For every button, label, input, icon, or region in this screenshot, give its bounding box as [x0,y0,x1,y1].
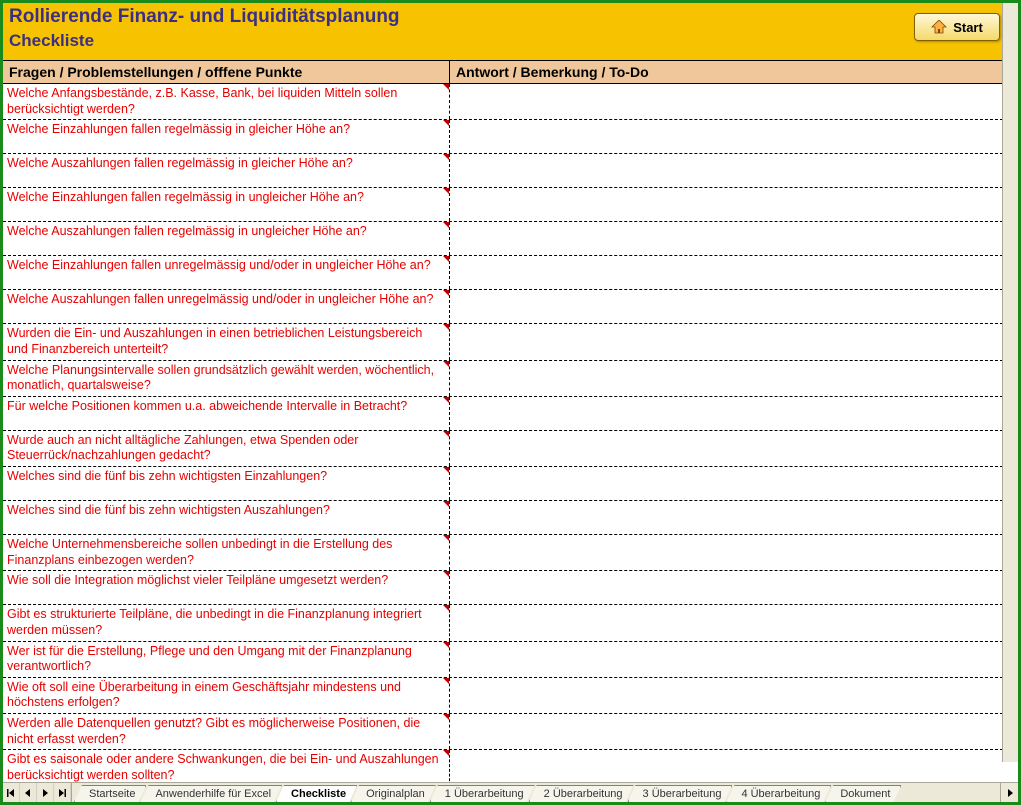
tab-scroll-right[interactable] [1000,783,1018,802]
answer-cell[interactable] [450,84,1018,119]
answer-cell[interactable] [450,431,1018,466]
question-cell[interactable]: Wurde auch an nicht alltägliche Zahlunge… [3,431,450,466]
checklist-rows: Welche Anfangsbestände, z.B. Kasse, Bank… [3,84,1018,782]
start-button[interactable]: Start [914,13,1000,41]
vertical-scrollbar[interactable] [1002,3,1018,762]
checklist-row: Gibt es strukturierte Teilpläne, die unb… [3,605,1018,641]
answer-cell[interactable] [450,750,1018,782]
question-cell[interactable]: Wer ist für die Erstellung, Pflege und d… [3,642,450,677]
title-group: Rollierende Finanz- und Liquiditätsplanu… [9,7,400,51]
start-button-label: Start [953,20,983,35]
answer-cell[interactable] [450,324,1018,359]
checklist-row: Wie soll die Integration möglichst viele… [3,571,1018,605]
question-cell[interactable]: Gibt es saisonale oder andere Schwankung… [3,750,450,782]
column-headers: Fragen / Problemstellungen / offfene Pun… [3,61,1018,84]
question-cell[interactable]: Welches sind die fünf bis zehn wichtigst… [3,501,450,534]
question-cell[interactable]: Gibt es strukturierte Teilpläne, die unb… [3,605,450,640]
checklist-row: Welche Einzahlungen fallen regelmässig i… [3,188,1018,222]
tab-nav-last[interactable] [54,783,71,802]
question-cell[interactable]: Werden alle Datenquellen genutzt? Gibt e… [3,714,450,749]
question-cell[interactable]: Wurden die Ein- und Auszahlungen in eine… [3,324,450,359]
checklist-row: Welches sind die fünf bis zehn wichtigst… [3,467,1018,501]
checklist-row: Für welche Positionen kommen u.a. abweic… [3,397,1018,431]
question-cell[interactable]: Welche Unternehmensbereiche sollen unbed… [3,535,450,570]
question-cell[interactable]: Welche Auszahlungen fallen regelmässig i… [3,222,450,255]
checklist-row: Welche Einzahlungen fallen unregelmässig… [3,256,1018,290]
question-cell[interactable]: Welche Einzahlungen fallen unregelmässig… [3,256,450,289]
question-cell[interactable]: Welche Einzahlungen fallen regelmässig i… [3,188,450,221]
checklist-row: Welche Einzahlungen fallen regelmässig i… [3,120,1018,154]
checklist-row: Welche Planungsintervalle sollen grundsä… [3,361,1018,397]
sheet-tab[interactable]: Startseite [74,785,146,802]
tab-nav-prev[interactable] [20,783,37,802]
question-cell[interactable]: Welche Einzahlungen fallen regelmässig i… [3,120,450,153]
question-cell[interactable]: Welche Anfangsbestände, z.B. Kasse, Bank… [3,84,450,119]
question-cell[interactable]: Wie oft soll eine Überarbeitung in einem… [3,678,450,713]
checklist-row: Wer ist für die Erstellung, Pflege und d… [3,642,1018,678]
answer-cell[interactable] [450,256,1018,289]
answer-cell[interactable] [450,188,1018,221]
question-cell[interactable]: Welche Auszahlungen fallen regelmässig i… [3,154,450,187]
title-header: Rollierende Finanz- und Liquiditätsplanu… [3,3,1018,61]
tab-nav-buttons [3,783,72,802]
question-cell[interactable]: Wie soll die Integration möglichst viele… [3,571,450,604]
sheet-tab[interactable]: 4 Überarbeitung [726,785,831,802]
sheet-tab[interactable]: 1 Überarbeitung [430,785,535,802]
answer-cell[interactable] [450,361,1018,396]
checklist-row: Werden alle Datenquellen genutzt? Gibt e… [3,714,1018,750]
sheet-tab[interactable]: Originalplan [351,785,436,802]
answer-cell[interactable] [450,397,1018,430]
question-cell[interactable]: Welches sind die fünf bis zehn wichtigst… [3,467,450,500]
checklist-row: Welche Unternehmensbereiche sollen unbed… [3,535,1018,571]
sheet-tab-bar: StartseiteAnwenderhilfe für ExcelCheckli… [3,782,1018,802]
sheet-tab[interactable]: Anwenderhilfe für Excel [140,785,282,802]
sheet-tabs: StartseiteAnwenderhilfe für ExcelCheckli… [72,783,1000,802]
page-subtitle: Checkliste [9,31,400,51]
sheet-tab[interactable]: Dokument [825,785,901,802]
checklist-row: Welches sind die fünf bis zehn wichtigst… [3,501,1018,535]
question-cell[interactable]: Welche Auszahlungen fallen unregelmässig… [3,290,450,323]
tab-nav-next[interactable] [37,783,54,802]
answer-cell[interactable] [450,467,1018,500]
checklist-row: Wurden die Ein- und Auszahlungen in eine… [3,324,1018,360]
column-header-questions: Fragen / Problemstellungen / offfene Pun… [3,61,450,83]
answer-cell[interactable] [450,120,1018,153]
home-icon [931,20,947,34]
answer-cell[interactable] [450,535,1018,570]
answer-cell[interactable] [450,571,1018,604]
answer-cell[interactable] [450,290,1018,323]
checklist-row: Welche Auszahlungen fallen regelmässig i… [3,222,1018,256]
answer-cell[interactable] [450,678,1018,713]
column-header-answers: Antwort / Bemerkung / To-Do [450,61,1018,83]
answer-cell[interactable] [450,154,1018,187]
checklist-row: Gibt es saisonale oder andere Schwankung… [3,750,1018,782]
question-cell[interactable]: Für welche Positionen kommen u.a. abweic… [3,397,450,430]
answer-cell[interactable] [450,605,1018,640]
answer-cell[interactable] [450,642,1018,677]
sheet-tab[interactable]: Checkliste [276,785,357,802]
answer-cell[interactable] [450,714,1018,749]
worksheet-area: Rollierende Finanz- und Liquiditätsplanu… [3,3,1018,782]
question-cell[interactable]: Welche Planungsintervalle sollen grundsä… [3,361,450,396]
checklist-row: Welche Auszahlungen fallen unregelmässig… [3,290,1018,324]
checklist-row: Wurde auch an nicht alltägliche Zahlunge… [3,431,1018,467]
answer-cell[interactable] [450,222,1018,255]
checklist-row: Wie oft soll eine Überarbeitung in einem… [3,678,1018,714]
sheet-tab[interactable]: 2 Überarbeitung [529,785,634,802]
page-title: Rollierende Finanz- und Liquiditätsplanu… [9,7,400,28]
sheet-tab[interactable]: 3 Überarbeitung [628,785,733,802]
answer-cell[interactable] [450,501,1018,534]
checklist-row: Welche Anfangsbestände, z.B. Kasse, Bank… [3,84,1018,120]
checklist-row: Welche Auszahlungen fallen regelmässig i… [3,154,1018,188]
tab-nav-first[interactable] [3,783,20,802]
